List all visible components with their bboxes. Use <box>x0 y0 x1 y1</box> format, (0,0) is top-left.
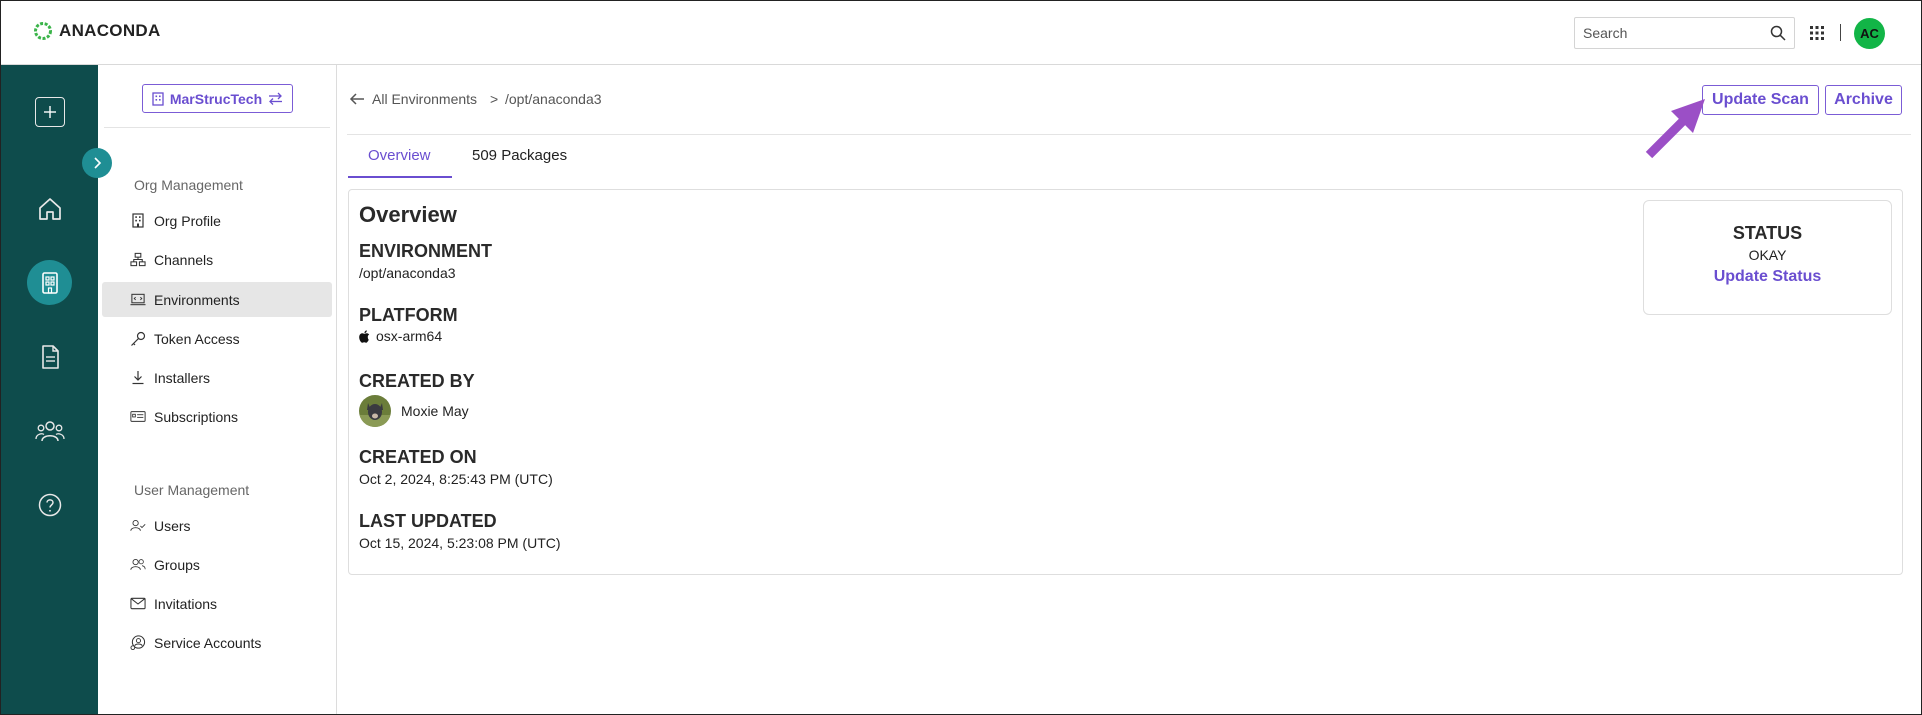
breadcrumb-separator: > <box>490 91 499 107</box>
created-on-value: Oct 2, 2024, 8:25:43 PM (UTC) <box>359 471 553 487</box>
help-icon[interactable] <box>27 482 72 527</box>
last-updated-value: Oct 15, 2024, 5:23:08 PM (UTC) <box>359 535 561 551</box>
sidebar-item-channels[interactable]: Channels <box>102 242 332 277</box>
last-updated-label: LAST UPDATED <box>359 511 497 531</box>
sidebar-item-label: Service Accounts <box>154 634 262 651</box>
sidebar-item-service-accounts[interactable]: Service Accounts <box>102 625 332 660</box>
created-by-label: CREATED BY <box>359 371 475 391</box>
sidebar-item-environments[interactable]: Environments <box>102 282 332 317</box>
sidebar-item-label: Groups <box>154 556 200 573</box>
sidebar-item-label: Users <box>154 517 191 534</box>
status-label: STATUS <box>1732 223 1803 243</box>
subscriptions-icon <box>130 409 146 425</box>
sidebar-item-label: Installers <box>154 369 211 386</box>
service-account-icon <box>130 635 146 651</box>
platform-value: osx-arm64 <box>359 328 442 344</box>
anaconda-logo[interactable]: ANACONDA <box>33 21 161 41</box>
user-management-title: User Management <box>134 482 250 498</box>
user-check-icon <box>130 518 146 534</box>
sidebar-item-token-access[interactable]: Token Access <box>102 321 332 356</box>
creator-name: Moxie May <box>401 403 469 419</box>
search-box[interactable] <box>1574 17 1795 49</box>
sidebar-item-label: Channels <box>154 251 214 268</box>
top-bar: ANACONDA AC <box>1 1 1921 65</box>
created-by-value <box>359 395 391 427</box>
expand-rail-button[interactable] <box>82 148 112 178</box>
switch-arrows-icon <box>269 92 283 105</box>
overview-card: Overview ENVIRONMENT /opt/anaconda3 PLAT… <box>348 189 1903 575</box>
sidebar-item-installers[interactable]: Installers <box>102 360 332 395</box>
envelope-icon <box>130 596 146 612</box>
sidebar-item-groups[interactable]: Groups <box>102 547 332 582</box>
sidebar-item-users[interactable]: Users <box>102 508 332 543</box>
sidebar-item-label: Org Profile <box>154 212 221 229</box>
apple-icon <box>359 329 370 343</box>
organization-icon[interactable] <box>27 260 72 305</box>
status-value: OKAY <box>1748 247 1787 263</box>
sidebar: MarStrucTech Org Management Org Profile … <box>98 65 337 714</box>
sidebar-item-label: Subscriptions <box>154 408 239 425</box>
active-tab-indicator <box>348 176 452 178</box>
created-on-label: CREATED ON <box>359 447 477 467</box>
download-icon <box>130 370 146 386</box>
tab-overview[interactable]: Overview <box>368 147 431 164</box>
topbar-divider <box>1840 24 1841 41</box>
brand-name: ANACONDA <box>59 21 161 40</box>
sidebar-item-label: Token Access <box>154 330 240 347</box>
back-arrow-icon[interactable] <box>349 92 365 106</box>
breadcrumb-current: /opt/anaconda3 <box>505 91 602 107</box>
building-icon <box>130 213 146 229</box>
app-window: ANACONDA AC <box>0 0 1922 715</box>
update-status-link[interactable]: Update Status <box>1644 268 1891 286</box>
user-avatar[interactable]: AC <box>1854 18 1885 49</box>
sidebar-divider <box>104 127 330 128</box>
environments-icon <box>130 292 146 308</box>
search-input[interactable] <box>1583 25 1770 41</box>
breadcrumb-all-environments[interactable]: All Environments <box>372 91 477 107</box>
building-icon <box>152 91 164 106</box>
groups-icon <box>130 557 146 573</box>
key-icon <box>130 331 146 347</box>
chevron-right-icon <box>94 157 102 169</box>
update-scan-button[interactable]: Update Scan <box>1702 85 1819 115</box>
archive-button[interactable]: Archive <box>1825 85 1902 115</box>
sidebar-item-invitations[interactable]: Invitations <box>102 586 332 621</box>
tab-packages[interactable]: 509 Packages <box>472 147 567 164</box>
platform-label: PLATFORM <box>359 305 458 325</box>
home-icon[interactable] <box>27 186 72 231</box>
sidebar-item-label: Invitations <box>154 595 218 612</box>
sidebar-item-subscriptions[interactable]: Subscriptions <box>102 399 332 434</box>
platform-text: osx-arm64 <box>376 328 443 344</box>
channels-icon <box>130 252 146 268</box>
sidebar-item-label: Environments <box>154 291 240 308</box>
creator-avatar <box>359 395 391 427</box>
sidebar-item-org-profile[interactable]: Org Profile <box>102 203 332 238</box>
anaconda-ring-icon <box>34 22 52 40</box>
search-icon[interactable] <box>1770 25 1786 41</box>
overview-title: Overview <box>359 202 457 227</box>
app-grid-icon[interactable] <box>1809 25 1825 41</box>
annotation-arrow-icon <box>1645 99 1705 159</box>
org-switcher-button[interactable]: MarStrucTech <box>142 84 293 113</box>
people-icon[interactable] <box>27 408 72 453</box>
environment-label: ENVIRONMENT <box>359 241 493 261</box>
document-icon[interactable] <box>27 334 72 379</box>
add-icon[interactable] <box>35 97 65 127</box>
org-management-title: Org Management <box>134 177 243 193</box>
org-name: MarStrucTech <box>169 90 263 107</box>
environment-value: /opt/anaconda3 <box>359 265 456 281</box>
status-card: STATUS OKAY Update Status <box>1643 200 1892 315</box>
